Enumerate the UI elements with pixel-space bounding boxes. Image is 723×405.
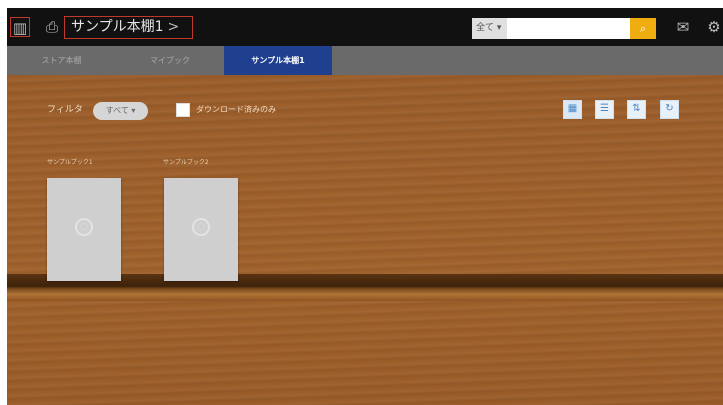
downloaded-only-checkbox[interactable] (176, 103, 190, 117)
mail-icon[interactable]: ✉ (673, 17, 693, 37)
chevron-right-icon: > (167, 19, 180, 35)
top-bar: ▥ ⎙ サンプル本棚1 > 全て ▾ ⌕ ✉ ⚙ (7, 8, 723, 46)
download-icon[interactable]: ⎙ (42, 17, 62, 37)
grid-view-icon[interactable]: ▦ (563, 100, 582, 119)
refresh-icon[interactable]: ↻ (660, 100, 679, 119)
shelf-title: サンプル本棚1 (71, 19, 164, 35)
search-input[interactable] (507, 18, 630, 39)
tab-sample-shelf-1[interactable]: サンプル本棚1 (224, 46, 332, 75)
list-view-icon[interactable]: ☰ (595, 100, 614, 119)
tab-store-shelf[interactable]: ストア本棚 (7, 46, 116, 75)
book-title: サンプルブック1 (47, 159, 93, 166)
gear-icon[interactable]: ⚙ (704, 17, 723, 37)
placeholder-icon: ◌ (75, 218, 93, 236)
downloaded-only-label: ダウンロード済みのみ (196, 105, 276, 114)
tab-bar: ストア本棚 マイブック サンプル本棚1 (7, 46, 723, 75)
shelf-title-button[interactable]: サンプル本棚1 > (64, 16, 193, 39)
search-scope-select[interactable]: 全て ▾ (472, 18, 507, 39)
app-frame: ▥ ⎙ サンプル本棚1 > 全て ▾ ⌕ ✉ ⚙ ストア本棚 マイブック サンプル… (7, 8, 723, 405)
placeholder-icon: ◌ (192, 218, 210, 236)
filter-dropdown[interactable]: すべて ▾ (93, 102, 148, 120)
bookshelf-icon[interactable]: ▥ (10, 17, 30, 37)
tab-my-books[interactable]: マイブック (116, 46, 224, 75)
book-cover[interactable]: ◌ (47, 178, 121, 281)
search-icon[interactable]: ⌕ (630, 18, 656, 39)
book-cover[interactable]: ◌ (164, 178, 238, 281)
filter-label: フィルタ (47, 105, 83, 115)
sort-icon[interactable]: ⇅ (627, 100, 646, 119)
book-title: サンプルブック2 (163, 159, 209, 166)
